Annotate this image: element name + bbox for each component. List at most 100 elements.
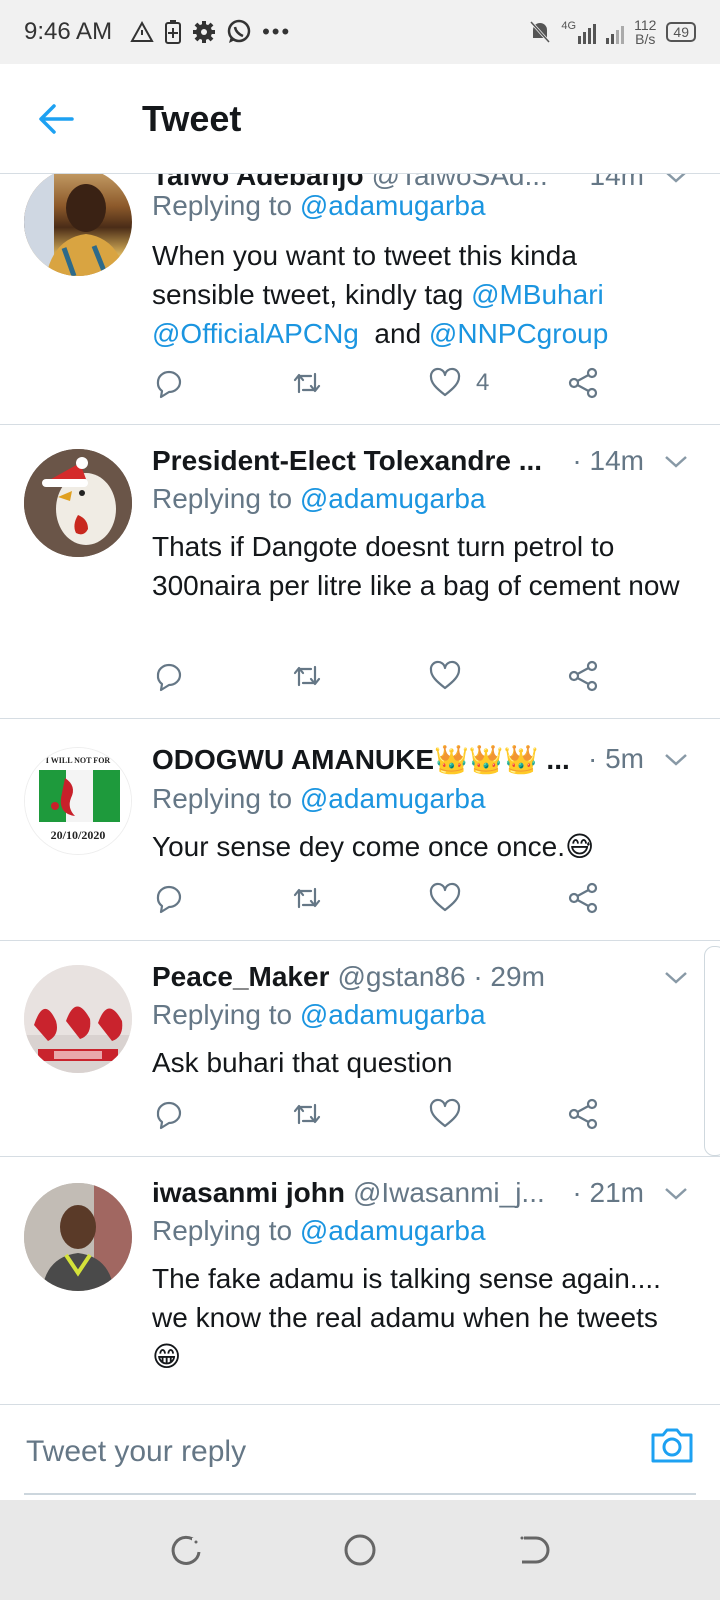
tweet-author-handle[interactable]: @gstan86 · 29m	[337, 961, 544, 993]
tweet-time: · 5m	[588, 743, 644, 774]
replying-to-mention[interactable]: @adamugarba	[300, 783, 486, 814]
replies-feed[interactable]: Taiwo Adebanjo @TaiwoSAd... 14m Replying…	[0, 174, 720, 1404]
replying-to: Replying to @adamugarba	[152, 483, 486, 514]
avatar-caption-bottom: 20/10/2020	[50, 828, 106, 842]
share-button[interactable]	[566, 881, 600, 915]
tweet-time: 14m	[589, 174, 644, 191]
tweet-text: Ask buhari that question	[152, 1047, 453, 1078]
status-bar: 9:46 AM ••• 4G 112 B/s 49	[0, 0, 720, 64]
avatar-image	[24, 1183, 132, 1291]
tweet-time: · 14m	[572, 445, 644, 476]
chevron-down-icon[interactable]	[662, 963, 690, 991]
tweet-actions: 4	[152, 366, 612, 406]
share-button[interactable]	[566, 366, 600, 400]
replying-to: Replying to @adamugarba	[152, 783, 486, 814]
signal-bars-icon	[606, 20, 625, 44]
like-button[interactable]	[428, 659, 462, 693]
scrollbar[interactable]	[704, 946, 720, 1156]
avatar[interactable]	[24, 1183, 132, 1291]
back-icon[interactable]	[514, 1530, 554, 1570]
share-button[interactable]	[566, 1097, 600, 1131]
tweet-author-name[interactable]: iwasanmi john	[152, 1177, 345, 1209]
like-button[interactable]	[428, 1097, 462, 1131]
camera-button[interactable]	[648, 1421, 696, 1469]
replying-to: Replying to @adamugarba	[152, 1215, 486, 1246]
reply-button[interactable]	[152, 881, 186, 915]
reply-icon	[156, 1101, 182, 1130]
reply-button[interactable]	[152, 1097, 186, 1131]
avatar[interactable]	[24, 449, 132, 557]
like-button[interactable]: 4	[428, 366, 489, 400]
mention-link[interactable]: @NNPCgroup	[429, 318, 608, 349]
avatar[interactable]	[24, 174, 132, 276]
system-nav-bar	[0, 1500, 720, 1600]
retweet-icon	[293, 1103, 321, 1125]
avatar[interactable]	[24, 965, 132, 1073]
reply-icon	[156, 663, 182, 692]
like-icon	[429, 1098, 461, 1128]
avatar-caption-top: I WILL NOT FOR	[45, 756, 111, 765]
like-button[interactable]	[428, 881, 462, 915]
retweet-button[interactable]	[290, 366, 324, 400]
chevron-down-icon[interactable]	[662, 745, 690, 773]
more-notifications-icon: •••	[262, 19, 292, 44]
reply-button[interactable]	[152, 366, 186, 400]
replying-to-mention[interactable]: @adamugarba	[300, 999, 486, 1030]
share-icon	[568, 367, 598, 399]
tweet-actions	[152, 1097, 612, 1137]
reply-button[interactable]	[152, 659, 186, 693]
replying-to-mention[interactable]: @adamugarba	[300, 1215, 486, 1246]
like-count: 4	[476, 369, 490, 396]
tweet[interactable]: I WILL NOT FOR 20/10/2020 ODOGWU AMANUKE…	[0, 719, 720, 941]
avatar-image	[24, 449, 132, 557]
share-icon	[568, 1098, 598, 1130]
tweet-time: · 21m	[572, 1177, 644, 1208]
chevron-down-icon[interactable]	[662, 1179, 690, 1207]
tweet-author-handle[interactable]: @Iwasanmi_j...	[353, 1177, 545, 1209]
tweet[interactable]: Peace_Maker @gstan86 · 29m Replying to @…	[0, 941, 720, 1157]
like-icon	[429, 882, 461, 912]
share-button[interactable]	[566, 659, 600, 693]
back-button[interactable]	[26, 89, 86, 149]
battery-saver-icon	[165, 20, 182, 44]
tweet[interactable]: President-Elect Tolexandre ... · 14m Rep…	[0, 425, 720, 719]
chevron-down-icon[interactable]	[662, 447, 690, 475]
mention-link[interactable]: @MBuhari	[471, 279, 604, 310]
tweet[interactable]: Taiwo Adebanjo @TaiwoSAd... 14m Replying…	[0, 174, 720, 425]
tweet-author-name[interactable]: President-Elect Tolexandre ...	[152, 445, 542, 477]
status-time: 9:46 AM	[24, 18, 113, 45]
tweet-actions	[152, 659, 612, 699]
warning-icon	[130, 20, 154, 42]
like-icon	[429, 660, 461, 690]
tweet[interactable]: iwasanmi john @Iwasanmi_j... · 21m Reply…	[0, 1157, 720, 1404]
replying-to: Replying to @adamugarba	[152, 190, 486, 221]
reply-input[interactable]	[24, 1423, 628, 1481]
mention-link[interactable]: @OfficialAPCNg	[152, 318, 359, 349]
tweet-author-name[interactable]: Peace_Maker	[152, 961, 329, 993]
retweet-button[interactable]	[290, 881, 324, 915]
reply-icon	[156, 370, 182, 399]
share-icon	[568, 882, 598, 914]
reply-input-underline	[24, 1493, 696, 1495]
avatar[interactable]: I WILL NOT FOR 20/10/2020	[24, 747, 132, 855]
tweet-text: The fake adamu is talking sense again...…	[152, 1263, 661, 1372]
like-icon	[429, 367, 461, 397]
recent-apps-icon[interactable]	[166, 1530, 206, 1570]
home-icon[interactable]	[340, 1530, 380, 1570]
app-header: Tweet	[0, 64, 720, 174]
page-title: Tweet	[142, 97, 242, 139]
mute-icon	[530, 20, 551, 44]
signal-4g-icon: 4G	[561, 20, 597, 44]
retweet-icon	[293, 665, 321, 687]
retweet-button[interactable]	[290, 1097, 324, 1131]
chevron-down-icon[interactable]	[662, 174, 690, 190]
replying-to-mention[interactable]: @adamugarba	[300, 190, 486, 221]
reply-icon	[156, 885, 182, 914]
tweet-text: Your sense dey come once once.😅	[152, 831, 595, 862]
tweet-text: Thats if Dangote doesnt turn petrol to 3…	[152, 531, 680, 601]
whatsapp-icon	[227, 19, 251, 43]
retweet-button[interactable]	[290, 659, 324, 693]
network-speed: 112 B/s	[634, 17, 657, 47]
replying-to-mention[interactable]: @adamugarba	[300, 483, 486, 514]
tweet-author-name[interactable]: ODOGWU AMANUKE👑👑👑 ...	[152, 743, 570, 776]
